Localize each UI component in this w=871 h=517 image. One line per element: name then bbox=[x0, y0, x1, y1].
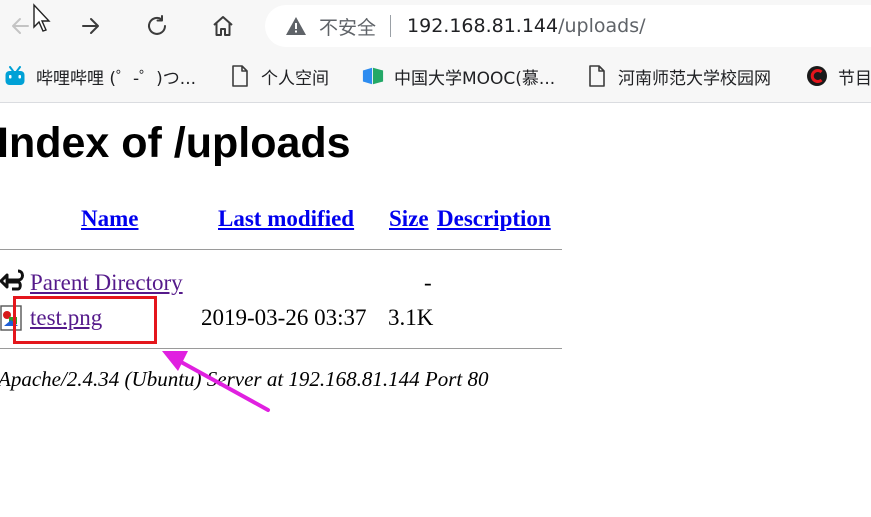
security-label[interactable]: 不安全 bbox=[319, 13, 376, 40]
bilibili-icon bbox=[4, 65, 26, 87]
bookmark-label: 河南师范大学校园网 bbox=[618, 68, 771, 89]
header-divider bbox=[0, 249, 562, 250]
url-host: 192.168.81.144 bbox=[407, 15, 559, 37]
not-secure-warning-icon[interactable] bbox=[285, 16, 307, 36]
bookmark-mooc[interactable]: 中国大学MOOC(慕... bbox=[362, 64, 556, 89]
bookmark-programs[interactable]: 节目 bbox=[806, 64, 871, 89]
bookmarks-bar: 哔哩哔哩 (゜-゜)つ... 个人空间 中国大学MOOC(慕... 河南师范大学… bbox=[0, 52, 871, 103]
home-button[interactable] bbox=[205, 8, 241, 44]
parent-directory-link[interactable]: Parent Directory bbox=[30, 270, 183, 296]
row-size: - bbox=[424, 270, 432, 295]
mooc-icon bbox=[362, 65, 384, 87]
highlight-box bbox=[13, 296, 157, 344]
page-icon bbox=[586, 65, 608, 87]
annotation-arrow-icon bbox=[162, 351, 270, 412]
footer-divider bbox=[0, 348, 562, 349]
bookmark-campus-network[interactable]: 河南师范大学校园网 bbox=[586, 64, 771, 89]
browser-toolbar: 不安全 192.168.81.144/uploads/ bbox=[0, 0, 871, 52]
row-last-modified: 2019-03-26 03:37 bbox=[201, 305, 367, 330]
home-icon bbox=[213, 16, 233, 36]
bookmark-label: 节目 bbox=[838, 68, 871, 89]
back-icon bbox=[0, 269, 24, 291]
bookmark-personal-space[interactable]: 个人空间 bbox=[229, 64, 329, 89]
address-separator bbox=[390, 15, 392, 37]
address-bar[interactable]: 不安全 192.168.81.144/uploads/ bbox=[265, 5, 871, 47]
page-icon bbox=[229, 65, 251, 87]
bookmark-bilibili[interactable]: 哔哩哔哩 (゜-゜)つ... bbox=[4, 64, 197, 89]
mouse-cursor-icon bbox=[33, 3, 51, 32]
bookmark-label: 中国大学MOOC(慕... bbox=[394, 68, 556, 89]
url-path: /uploads/ bbox=[558, 15, 646, 37]
url-text[interactable]: 192.168.81.144/uploads/ bbox=[407, 15, 646, 37]
page-title: Index of /uploads bbox=[0, 119, 351, 167]
forward-button[interactable] bbox=[73, 8, 109, 44]
bookmark-label: 个人空间 bbox=[261, 68, 329, 89]
red-c-icon bbox=[806, 65, 828, 87]
column-description-link[interactable]: Description bbox=[437, 206, 551, 232]
reload-icon bbox=[148, 15, 166, 35]
reload-button[interactable] bbox=[139, 8, 175, 44]
column-last-modified-link[interactable]: Last modified bbox=[218, 206, 354, 232]
column-size-link[interactable]: Size bbox=[389, 206, 429, 232]
column-name-link[interactable]: Name bbox=[81, 206, 138, 232]
row-size: 3.1K bbox=[388, 305, 434, 330]
forward-arrow-icon bbox=[82, 18, 99, 34]
bookmark-label: 哔哩哔哩 (゜-゜)つ... bbox=[36, 68, 197, 89]
back-arrow-icon bbox=[12, 18, 29, 34]
